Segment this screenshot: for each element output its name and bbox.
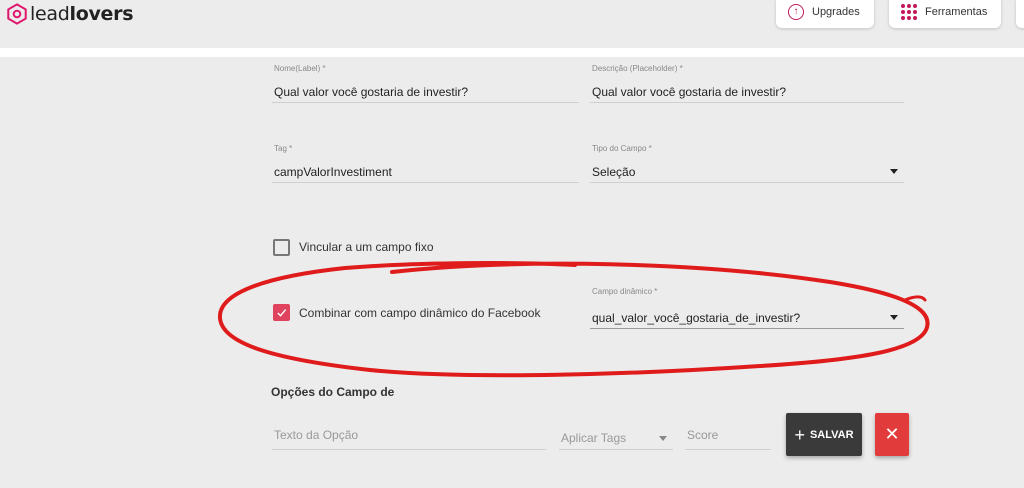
campo-dinamico-underline: [590, 328, 904, 329]
aplicar-tags-underline: [559, 449, 673, 450]
aplicar-tags-select[interactable]: Aplicar Tags: [559, 423, 673, 451]
salvar-button[interactable]: + SALVAR: [786, 413, 862, 456]
tag-input[interactable]: campValorInvestiment: [274, 165, 392, 179]
header-divider: [0, 48, 1024, 57]
combinar-checkbox[interactable]: [273, 304, 290, 321]
campo-dinamico-value: qual_valor_você_gostaria_de_investir?: [592, 311, 801, 325]
aplicar-tags-placeholder: Aplicar Tags: [561, 431, 627, 445]
salvar-label: SALVAR: [809, 428, 854, 441]
upgrades-button[interactable]: ↑ Upgrades: [776, 0, 874, 28]
descricao-input[interactable]: Qual valor você gostaria de investir?: [592, 85, 786, 99]
logo-text: leadlovers: [30, 3, 134, 25]
close-icon: ✕: [884, 424, 900, 444]
nome-underline: [272, 102, 579, 103]
tipo-campo-value: Seleção: [592, 165, 636, 179]
leadlovers-logo[interactable]: leadlovers: [6, 2, 134, 26]
delete-button[interactable]: ✕: [875, 413, 909, 456]
descricao-underline: [590, 102, 904, 103]
chevron-down-icon: [659, 436, 667, 441]
ferramentas-button[interactable]: Ferramentas: [889, 0, 1001, 28]
campo-dinamico-select[interactable]: Campo dinâmico * qual_valor_você_gostari…: [590, 287, 904, 329]
campo-dinamico-label: Campo dinâmico *: [592, 287, 658, 296]
tipo-campo-label: Tipo do Campo *: [592, 144, 652, 153]
plus-icon: +: [794, 424, 805, 445]
tag-label: Tag *: [274, 144, 293, 153]
ferramentas-label: Ferramentas: [925, 6, 988, 18]
descricao-field[interactable]: Descrição (Placeholder) * Qual valor voc…: [590, 64, 904, 104]
checkmark-icon: [277, 309, 287, 317]
tag-underline: [272, 182, 579, 183]
score-placeholder: Score: [687, 428, 719, 442]
vincular-label: Vincular a um campo fixo: [299, 240, 434, 254]
apps-grid-icon: [901, 4, 917, 20]
tipo-campo-underline: [590, 182, 904, 183]
upgrades-label: Upgrades: [812, 6, 860, 18]
nome-input[interactable]: Qual valor você gostaria de investir?: [274, 85, 468, 99]
nome-label: Nome(Label) *: [274, 64, 326, 73]
top-bar: leadlovers ↑ Upgrades Ferramentas: [0, 0, 1024, 48]
texto-opcao-input[interactable]: Texto da Opção: [272, 423, 546, 451]
hexagon-logo-icon: [7, 3, 27, 25]
extra-menu-button[interactable]: [1016, 0, 1024, 28]
tipo-campo-select[interactable]: Tipo do Campo * Seleção: [590, 144, 904, 184]
tag-field[interactable]: Tag * campValorInvestiment: [272, 144, 579, 184]
nome-field[interactable]: Nome(Label) * Qual valor você gostaria d…: [272, 64, 579, 104]
score-underline: [685, 449, 771, 450]
chevron-down-icon: [890, 315, 898, 320]
descricao-label: Descrição (Placeholder) *: [592, 64, 683, 73]
arrow-up-circle-icon: ↑: [788, 4, 804, 20]
opcoes-section-title: Opções do Campo de: [271, 385, 395, 399]
score-input[interactable]: Score: [685, 423, 771, 451]
chevron-down-icon: [890, 169, 898, 174]
vincular-checkbox[interactable]: [273, 239, 290, 256]
texto-opcao-placeholder: Texto da Opção: [274, 428, 359, 442]
texto-opcao-underline: [272, 449, 546, 450]
combinar-label: Combinar com campo dinâmico do Facebook: [299, 306, 541, 320]
